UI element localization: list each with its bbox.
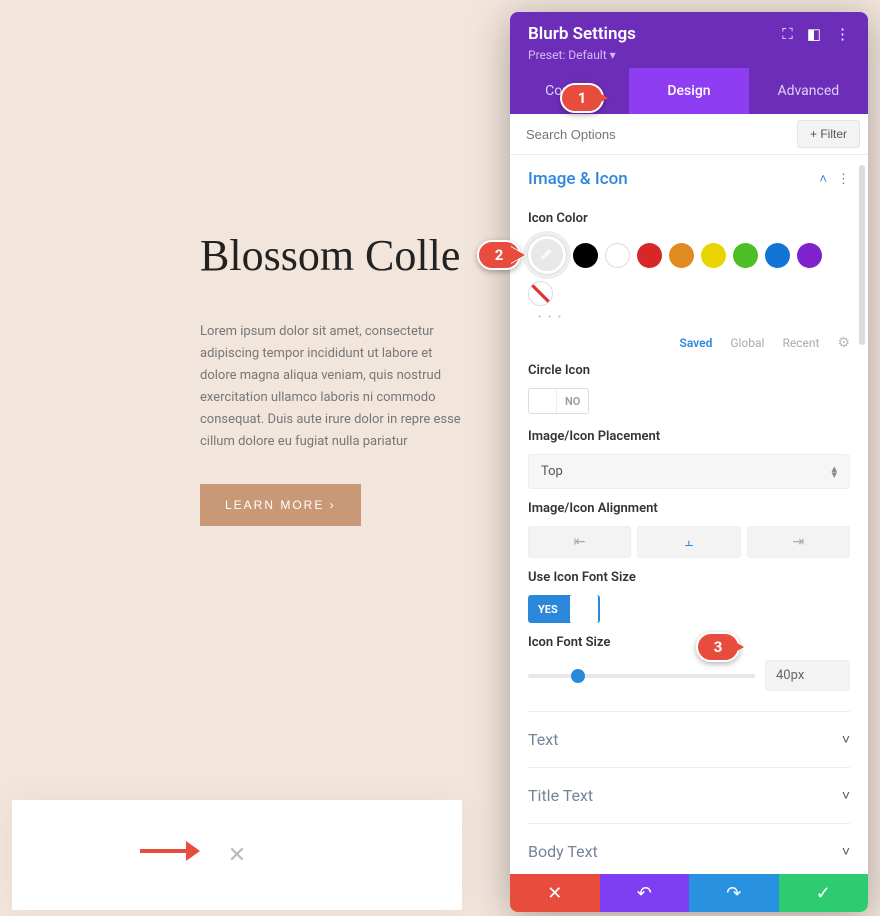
annotation-marker-3: 3 (696, 632, 740, 662)
section-text-label: Text (528, 730, 558, 749)
select-arrows-icon: ▴▾ (831, 466, 837, 478)
panel-body: Image & Icon ˄ ⋮ Icon Color • • • Saved … (510, 155, 868, 874)
search-input[interactable] (510, 115, 789, 154)
chevron-down-icon: ˅ (842, 731, 850, 748)
color-swatch[interactable] (605, 243, 630, 268)
color-swatch[interactable] (701, 243, 726, 268)
color-swatch[interactable] (765, 243, 790, 268)
expand-icon[interactable]: ⛶ (782, 25, 793, 43)
preview-paragraph: Lorem ipsum dolor sit amet, consectetur … (200, 321, 470, 454)
color-tab-global[interactable]: Global (730, 336, 764, 350)
chevron-down-icon: ˅ (842, 843, 850, 860)
close-icon[interactable]: ✕ (228, 843, 246, 868)
circle-icon-toggle[interactable]: NO (528, 388, 589, 414)
tab-advanced[interactable]: Advanced (749, 68, 868, 114)
color-swatch[interactable] (637, 243, 662, 268)
circle-icon-label: Circle Icon (528, 363, 850, 378)
annotation-arrow (140, 840, 210, 860)
learn-more-button[interactable]: LEARN MORE › (200, 484, 361, 526)
redo-button[interactable]: ↷ (689, 874, 779, 912)
use-icon-font-label: Use Icon Font Size (528, 570, 850, 585)
align-left-button[interactable]: ⇤ (528, 526, 631, 558)
section-body-text-label: Body Text (528, 842, 598, 861)
search-row: + Filter (510, 114, 868, 155)
gear-icon[interactable]: ⚙ (837, 335, 850, 351)
panel-footer: ✕ ↶ ↷ ✓ (510, 874, 868, 912)
icon-font-size-slider[interactable] (528, 674, 755, 678)
panel-title: Blurb Settings (528, 24, 636, 44)
slider-thumb[interactable] (571, 669, 585, 683)
color-tab-recent[interactable]: Recent (782, 336, 819, 350)
placement-label: Image/Icon Placement (528, 429, 850, 444)
preview-heading: Blossom Colle (200, 230, 470, 281)
annotation-marker-2: 2 (477, 240, 521, 270)
color-swatch-transparent[interactable] (528, 281, 553, 306)
save-button[interactable]: ✓ (779, 874, 869, 912)
tab-design[interactable]: Design (629, 68, 748, 114)
section-text[interactable]: Text ˅ (528, 711, 850, 767)
annotation-marker-1: 1 (560, 83, 604, 113)
icon-font-size-value[interactable]: 40px (765, 660, 850, 691)
color-swatches (528, 236, 850, 306)
menu-icon[interactable]: ⋮ (835, 25, 850, 43)
more-colors-icon[interactable]: • • • (538, 312, 850, 323)
color-swatch[interactable] (797, 243, 822, 268)
page-preview: Blossom Colle Lorem ipsum dolor sit amet… (0, 0, 510, 916)
snap-icon[interactable]: ◧ (807, 25, 821, 43)
color-swatch[interactable] (733, 243, 758, 268)
toggle-no-label: NO (557, 395, 588, 408)
section-menu-icon[interactable]: ⋮ (837, 172, 850, 187)
undo-button[interactable]: ↶ (600, 874, 690, 912)
placement-value: Top (541, 464, 563, 479)
color-tab-saved[interactable]: Saved (680, 336, 713, 350)
align-right-button[interactable]: ⇥ (747, 526, 850, 558)
section-title-text[interactable]: Title Text ˅ (528, 767, 850, 823)
panel-header: Blurb Settings ⛶ ◧ ⋮ Preset: Default ▾ (510, 12, 868, 68)
use-icon-font-toggle[interactable]: YES (528, 595, 600, 623)
section-body-text[interactable]: Body Text ˅ (528, 823, 850, 874)
chevron-down-icon: ˅ (842, 787, 850, 804)
align-center-button[interactable]: ⫠ (637, 526, 740, 558)
section-image-icon[interactable]: Image & Icon (528, 169, 628, 189)
preset-select[interactable]: Preset: Default ▾ (528, 48, 850, 62)
section-title-text-label: Title Text (528, 786, 593, 805)
scrollbar[interactable] (859, 165, 865, 345)
filter-button[interactable]: + Filter (797, 120, 860, 148)
color-swatch[interactable] (573, 243, 598, 268)
alignment-label: Image/Icon Alignment (528, 501, 850, 516)
placement-select[interactable]: Top ▴▾ (528, 454, 850, 489)
preview-card: ✕ (12, 800, 462, 910)
icon-font-size-label: Icon Font Size (528, 635, 850, 650)
color-swatch[interactable] (669, 243, 694, 268)
cancel-button[interactable]: ✕ (510, 874, 600, 912)
settings-panel: Blurb Settings ⛶ ◧ ⋮ Preset: Default ▾ C… (510, 12, 868, 912)
icon-color-label: Icon Color (528, 211, 850, 226)
toggle-yes-label: YES (528, 603, 568, 616)
collapse-icon[interactable]: ˄ (819, 171, 827, 187)
